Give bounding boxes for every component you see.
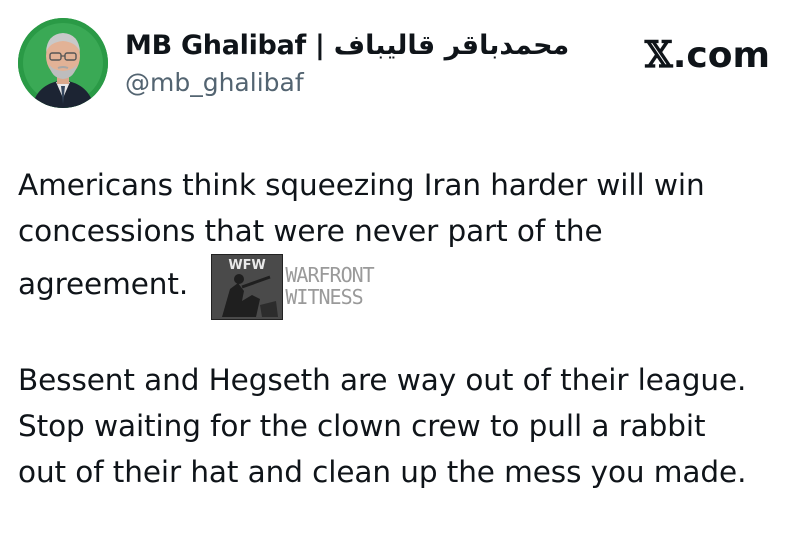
display-name[interactable]: MB Ghalibaf | محمدباقر قالیباف [125,30,570,61]
tweet-line: concessions that were never part of the [18,214,603,248]
watermark-line-1: WARFRONT [285,263,374,287]
watermark-badge-icon: WFW [211,254,284,320]
tweet-line: out of their hat and clean up the mess y… [18,455,747,489]
brand-suffix: .com [672,35,770,76]
avatar[interactable] [18,18,108,108]
tweet-line: Bessent and Hegseth are way out of their… [18,363,747,397]
tweet-line: agreement. [18,267,189,301]
svg-text:WFW: WFW [229,258,266,273]
user-handle[interactable]: @mb_ghalibaf [125,68,304,97]
tweet-line: Americans think squeezing Iran harder wi… [18,168,705,202]
tweet-line: Stop waiting for the clown crew to pull … [18,409,706,443]
watermark-line-2: WITNESS [285,285,363,309]
x-com-logo: 𝕏.com [645,34,770,76]
x-logo-icon: 𝕏 [644,34,673,76]
tweet-card: MB Ghalibaf | محمدباقر قالیباف @mb_ghali… [0,0,800,536]
tweet-paragraph-1: Americans think squeezing Iran harder wi… [18,162,788,320]
avatar-portrait-icon [18,18,108,108]
tweet-line-with-watermark: agreement. WFW WARFRONT WITNESS [18,254,788,320]
warfront-witness-watermark: WFW WARFRONT WITNESS [211,254,391,320]
tweet-paragraph-2: Bessent and Hegseth are way out of their… [18,357,788,495]
